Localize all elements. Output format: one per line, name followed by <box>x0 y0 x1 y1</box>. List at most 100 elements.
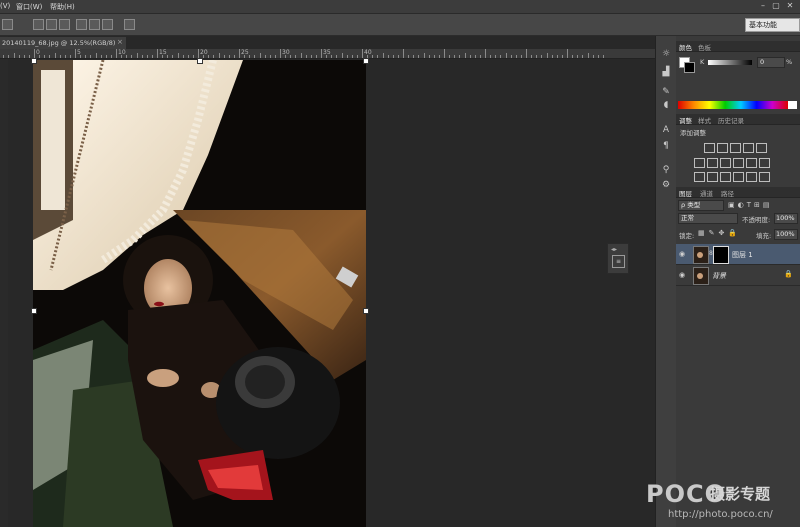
adjustment-icon[interactable] <box>756 143 767 153</box>
adjustment-icon[interactable] <box>746 172 757 182</box>
paragraph-icon[interactable]: ¶ <box>659 140 673 152</box>
restore-button[interactable]: ▢ <box>770 1 782 10</box>
align-hcenter-icon[interactable] <box>89 19 100 30</box>
transform-handle[interactable] <box>197 58 203 64</box>
menu-item-window[interactable]: 窗口(W) <box>16 2 42 12</box>
align-vcenter-icon[interactable] <box>46 19 57 30</box>
align-right-icon[interactable] <box>102 19 113 30</box>
history-icon[interactable]: ☼ <box>659 48 673 60</box>
layer-mask-thumbnail[interactable] <box>713 246 729 264</box>
layer-name[interactable]: 图层 1 <box>732 250 753 260</box>
brushes-icon[interactable]: ✎ <box>659 86 673 98</box>
document-tab[interactable]: 20140119_68.jpg @ 12.5%(RGB/8) × <box>0 37 126 49</box>
spectrum-white[interactable] <box>788 101 797 109</box>
ruler-tick <box>582 55 584 58</box>
visibility-eye-icon[interactable]: ◉ <box>679 271 685 279</box>
brush-presets-icon[interactable]: ◖ <box>659 99 673 111</box>
adjustment-icon[interactable] <box>694 158 705 168</box>
layer-name[interactable]: 背景 <box>712 271 726 281</box>
menu-item-help[interactable]: 帮助(H) <box>50 2 75 12</box>
align-left-edge-icon[interactable] <box>76 19 87 30</box>
ruler-tick <box>44 55 46 58</box>
adjustment-icon[interactable] <box>707 158 718 168</box>
ruler-tick <box>541 55 543 58</box>
adjustment-icon[interactable] <box>694 172 705 182</box>
watermark-url: http://photo.poco.cn/ <box>668 509 773 520</box>
ruler-tick <box>254 55 256 58</box>
collapsed-panel[interactable]: ◂▸ ≡ <box>607 243 629 274</box>
ruler-tick <box>526 49 527 58</box>
close-tab-icon[interactable]: × <box>117 38 123 46</box>
clone-source-icon[interactable]: ⚲ <box>659 164 673 176</box>
transform-handle[interactable] <box>31 308 37 314</box>
panel-grip-icon: ◂▸ <box>611 246 618 253</box>
tab-adjustments[interactable]: 调整 <box>679 115 692 125</box>
tab-styles[interactable]: 样式 <box>698 115 711 125</box>
adjustment-icon[interactable] <box>720 172 731 182</box>
character-panel-icon[interactable]: ≡ <box>612 255 625 268</box>
tab-color[interactable]: 颜色 <box>679 42 692 52</box>
layers-panel-header: 图层 通道 路径 <box>676 187 800 198</box>
adjustment-icon[interactable] <box>746 158 757 168</box>
align-left-icon[interactable] <box>2 19 13 30</box>
fill-field[interactable]: 100% <box>774 229 798 240</box>
menu-bar: (V) 窗口(W) 帮助(H) – ▢ ✕ <box>0 0 800 14</box>
tab-layers[interactable]: 图层 <box>679 188 692 198</box>
panel-icon-strip: ☼ ▟ ✎ ◖ A ¶ ⚲ ⚙ <box>655 36 677 527</box>
channel-slider[interactable] <box>708 60 752 65</box>
ruler-tick <box>18 55 20 58</box>
transform-handle[interactable] <box>31 58 37 64</box>
adjustment-icon[interactable] <box>743 143 754 153</box>
adjustment-icon[interactable] <box>720 158 731 168</box>
layer-row-layer1[interactable]: ◉ 8 图层 1 <box>676 244 800 265</box>
opacity-field[interactable]: 100% <box>774 213 798 224</box>
ruler-tick <box>485 49 486 58</box>
ruler-tick <box>131 55 133 58</box>
ruler-tick <box>172 55 174 58</box>
transform-handle[interactable] <box>363 308 369 314</box>
adjustment-icon[interactable] <box>730 143 741 153</box>
ruler-tick <box>213 55 215 58</box>
ruler-tick <box>167 55 169 58</box>
ruler-tick <box>397 55 399 58</box>
tool-presets-icon[interactable]: ⚙ <box>659 179 673 191</box>
tab-channels[interactable]: 通道 <box>700 188 713 198</box>
layer-filter-select[interactable]: ρ 类型 <box>678 200 724 211</box>
adjustment-icon[interactable] <box>733 158 744 168</box>
distribute-icon[interactable] <box>124 19 135 30</box>
tab-swatches[interactable]: 色板 <box>698 42 711 52</box>
ruler-tick <box>336 55 338 58</box>
ruler-label: 25 <box>241 49 249 56</box>
blend-mode-select[interactable]: 正常 <box>678 213 738 224</box>
workspace-switcher[interactable]: 基本功能 <box>745 18 800 32</box>
layer-row-background[interactable]: ◉ 背景 🔒 <box>676 265 800 286</box>
ruler-tick <box>567 49 568 58</box>
transform-handle[interactable] <box>363 58 369 64</box>
ruler-tick <box>515 55 517 58</box>
minimize-button[interactable]: – <box>757 1 769 10</box>
histogram-icon[interactable]: ▟ <box>659 66 673 78</box>
visibility-eye-icon[interactable]: ◉ <box>679 250 685 258</box>
adjustment-icon[interactable] <box>707 172 718 182</box>
ruler-tick <box>264 55 266 58</box>
adjustment-icon[interactable] <box>759 172 770 182</box>
adjustment-icon[interactable] <box>759 158 770 168</box>
lock-icons[interactable]: ▦✎✥🔒 <box>698 229 741 237</box>
ruler-tick <box>290 55 292 58</box>
color-spectrum-bar[interactable] <box>678 101 788 109</box>
align-bottom-icon[interactable] <box>59 19 70 30</box>
tab-paths[interactable]: 路径 <box>721 188 734 198</box>
close-window-button[interactable]: ✕ <box>784 1 796 10</box>
tab-history[interactable]: 历史记录 <box>718 115 744 125</box>
adjustment-icon[interactable] <box>717 143 728 153</box>
menu-item-view[interactable]: (V) <box>0 2 10 10</box>
background-color-swatch[interactable] <box>684 62 695 73</box>
adjustment-icon[interactable] <box>704 143 715 153</box>
channel-value-field[interactable]: 0 <box>757 57 785 68</box>
adjustment-icon[interactable] <box>733 172 744 182</box>
document-photo[interactable] <box>33 60 366 527</box>
add-adjustment-title: 添加调整 <box>680 129 706 137</box>
character-icon[interactable]: A <box>659 124 673 136</box>
layer-filter-icons[interactable]: ▣◐T⊞▤ <box>728 201 772 209</box>
align-top-icon[interactable] <box>33 19 44 30</box>
